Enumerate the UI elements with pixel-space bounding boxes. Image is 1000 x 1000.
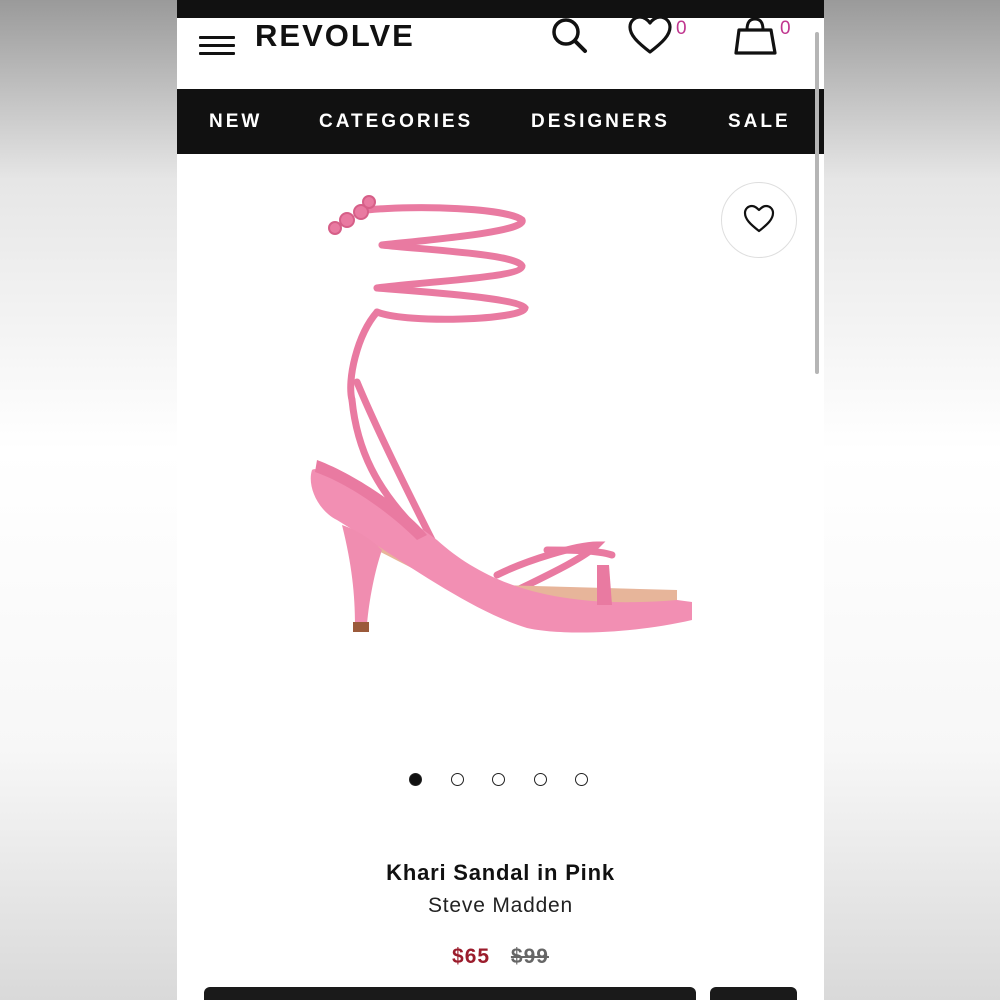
product-title: Khari Sandal in Pink xyxy=(386,860,615,885)
product-price: $65 $99 xyxy=(177,945,824,969)
sandal-illustration xyxy=(310,195,692,633)
carousel-dot-3[interactable] xyxy=(492,773,505,786)
sale-price: $65 xyxy=(452,945,491,968)
wishlist-button[interactable]: 0 xyxy=(627,14,697,58)
carousel-dot-1[interactable] xyxy=(409,773,422,786)
logo[interactable]: REVOLVE xyxy=(255,16,415,56)
product-brand[interactable]: Steve Madden xyxy=(177,894,824,918)
heart-icon xyxy=(743,204,775,233)
background-left xyxy=(0,0,177,1000)
bag-count: 0 xyxy=(780,18,791,39)
product-image[interactable] xyxy=(297,190,717,660)
carousel-dot-4[interactable] xyxy=(534,773,547,786)
background-right xyxy=(824,0,1000,1000)
search-icon xyxy=(552,18,587,53)
secondary-action-button[interactable] xyxy=(710,987,797,1000)
nav-item-designers[interactable]: DESIGNERS xyxy=(531,89,670,154)
add-to-bag-button[interactable] xyxy=(204,987,696,1000)
bag-button[interactable]: 0 xyxy=(733,14,803,58)
search-button[interactable] xyxy=(547,14,591,58)
phone-screen: REVOLVE 0 0 NEW CATEGORIES DESIGNERS SAL… xyxy=(177,0,824,1000)
carousel-dot-2[interactable] xyxy=(451,773,464,786)
heart-icon xyxy=(628,15,672,54)
wishlist-count: 0 xyxy=(676,18,687,39)
scrollbar[interactable] xyxy=(815,32,819,374)
nav-item-sale[interactable]: SALE xyxy=(728,89,791,154)
header: REVOLVE 0 0 xyxy=(177,15,824,89)
main-nav: NEW CATEGORIES DESIGNERS SALE xyxy=(177,89,824,154)
original-price: $99 xyxy=(510,945,549,968)
carousel-dot-5[interactable] xyxy=(575,773,588,786)
bag-icon xyxy=(734,17,777,55)
menu-icon[interactable] xyxy=(199,28,235,58)
nav-item-categories[interactable]: CATEGORIES xyxy=(319,89,473,154)
add-to-wishlist-button[interactable] xyxy=(721,182,797,258)
image-carousel-dots xyxy=(409,773,599,789)
nav-item-new[interactable]: NEW xyxy=(209,89,262,154)
